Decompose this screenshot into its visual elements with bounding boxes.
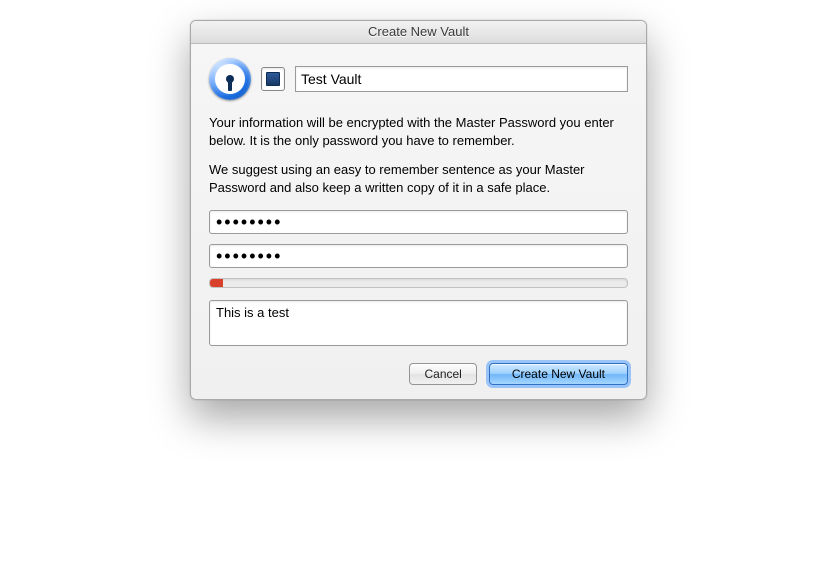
cancel-button[interactable]: Cancel [409,363,476,385]
confirm-password-input[interactable] [209,244,628,268]
password-strength-meter [209,278,628,288]
app-icon [209,58,251,100]
color-chip-icon [266,72,280,86]
titlebar: Create New Vault [191,21,646,44]
master-password-input[interactable] [209,210,628,234]
info-paragraph-1: Your information will be encrypted with … [209,114,619,149]
create-vault-button[interactable]: Create New Vault [489,363,628,385]
vault-name-input[interactable] [295,66,628,92]
password-strength-fill [210,279,223,287]
password-hint-input[interactable] [209,300,628,346]
window-title: Create New Vault [368,24,469,39]
info-paragraph-2: We suggest using an easy to remember sen… [209,161,619,196]
vault-color-swatch[interactable] [261,67,285,91]
create-vault-dialog: Create New Vault Your information will b… [190,20,647,400]
